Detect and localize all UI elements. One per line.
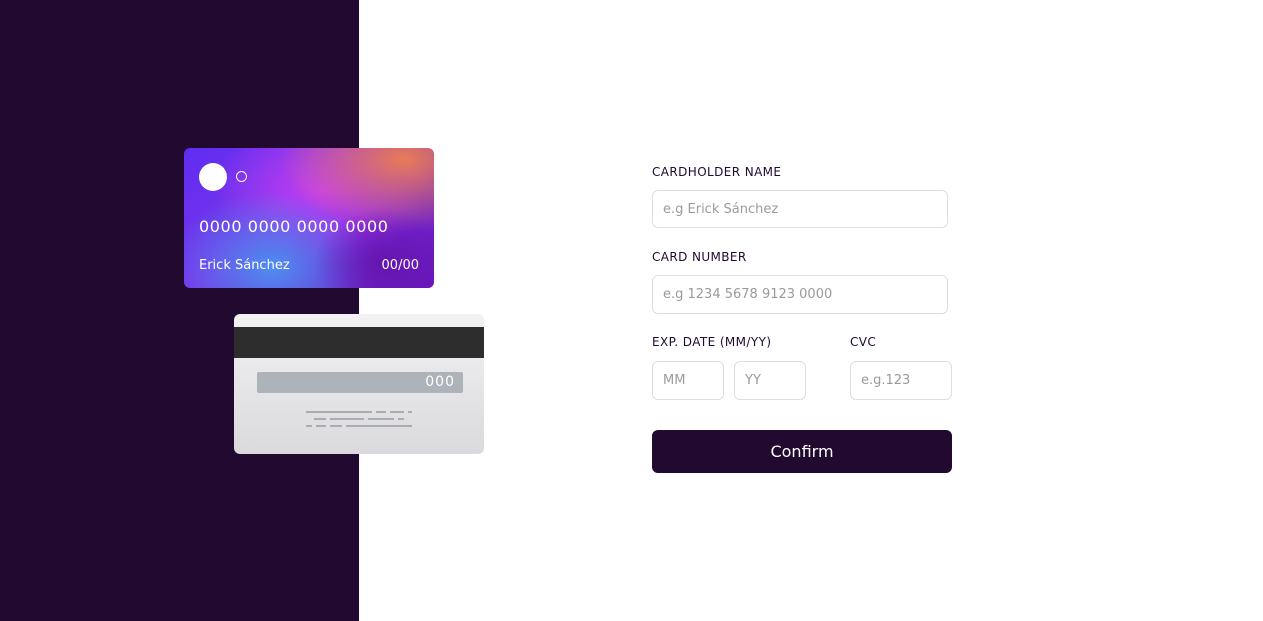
exp-year-input[interactable] [734,361,806,400]
card-front-expiry: 00/00 [381,258,419,273]
card-front-number: 0000 0000 0000 0000 [199,217,389,236]
card-back: 000 [234,314,484,454]
card-front-name: Erick Sánchez [199,258,290,273]
cvc-label: CVC [850,335,877,349]
card-logo-outline-circle-icon [236,171,247,182]
exp-month-input[interactable] [652,361,724,400]
left-panel [0,0,359,621]
card-logo-filled-circle-icon [199,163,227,191]
card-back-magnetic-stripe [234,327,484,358]
cardholder-name-input[interactable] [652,190,948,228]
confirm-button[interactable]: Confirm [652,430,952,473]
card-number-label: CARD NUMBER [652,250,747,264]
exp-date-label: EXP. DATE (MM/YY) [652,335,772,349]
card-back-signature-strip: 000 [257,372,463,393]
card-front: 0000 0000 0000 0000 Erick Sánchez 00/00 [184,148,434,288]
card-back-fine-print-lines [306,411,412,427]
card-back-cvc: 000 [425,374,455,390]
cardholder-name-label: CARDHOLDER NAME [652,165,782,179]
cvc-input[interactable] [850,361,952,400]
card-number-input[interactable] [652,275,948,314]
